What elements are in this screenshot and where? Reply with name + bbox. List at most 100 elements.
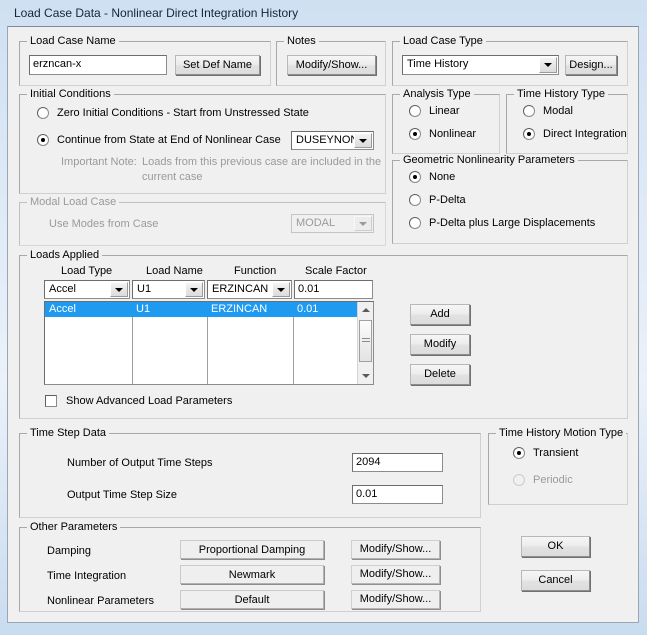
geometric-nonlinearity-pdelta-radio[interactable]: P-Delta [409, 194, 466, 206]
geometric-nonlinearity-none-label: None [429, 171, 456, 183]
output-time-step-size-input[interactable]: 0.01 [352, 485, 443, 504]
chevron-down-icon[interactable] [539, 57, 557, 73]
notes-group: Notes Modify/Show... [276, 35, 386, 86]
radio-dot-icon [409, 194, 421, 206]
initial-conditions-zero-radio[interactable]: Zero Initial Conditions - Start from Uns… [37, 107, 309, 119]
use-modes-from-case-label: Use Modes from Case [49, 218, 159, 230]
delete-load-button[interactable]: Delete [410, 364, 470, 385]
radio-dot-icon [409, 128, 421, 140]
motion-type-transient-radio[interactable]: Transient [513, 447, 578, 459]
column-header-load-type: Load Type [61, 265, 113, 277]
modify-load-button[interactable]: Modify [410, 334, 470, 355]
motion-type-periodic-radio[interactable]: Periodic [513, 474, 573, 486]
load-case-type-group-label: Load Case Type [400, 35, 486, 47]
loads-list-scrollbar[interactable] [357, 302, 373, 384]
add-load-button[interactable]: Add [410, 304, 470, 325]
load-case-type-combo[interactable]: Time History [402, 55, 559, 75]
column-header-scale-factor: Scale Factor [305, 265, 367, 277]
chevron-down-icon[interactable] [272, 282, 290, 297]
time-integration-label: Time Integration [47, 570, 127, 582]
scrollbar-thumb[interactable] [359, 320, 372, 362]
geometric-nonlinearity-none-radio[interactable]: None [409, 171, 455, 183]
modal-load-case-combo[interactable]: MODAL [291, 214, 374, 233]
loads-applied-group-label: Loads Applied [27, 249, 103, 261]
number-of-output-time-steps-input[interactable]: 2094 [352, 453, 443, 472]
chevron-down-icon[interactable] [354, 216, 372, 231]
analysis-type-group-label: Analysis Type [400, 88, 474, 100]
cancel-button[interactable]: Cancel [521, 570, 590, 591]
row-function: ERZINCAN [211, 303, 268, 315]
time-integration-modify-show-button[interactable]: Modify/Show... [351, 565, 440, 584]
radio-dot-icon [523, 128, 535, 140]
motion-type-periodic-label: Periodic [533, 474, 573, 486]
geometric-nonlinearity-group-label: Geometric Nonlinearity Parameters [400, 154, 578, 166]
window-title: Load Case Data - Nonlinear Direct Integr… [14, 6, 299, 20]
table-row[interactable]: Accel U1 ERZINCAN 0.01 [45, 302, 373, 317]
nonlinear-parameters-modify-show-button[interactable]: Modify/Show... [351, 590, 440, 609]
geometric-nonlinearity-pdelta-large-radio[interactable]: P-Delta plus Large Displacements [409, 217, 595, 229]
scroll-down-arrow-icon[interactable] [358, 368, 373, 384]
ok-button[interactable]: OK [521, 536, 590, 557]
load-case-name-input[interactable]: erzncan-x [29, 55, 167, 75]
number-of-output-time-steps-label: Number of Output Time Steps [67, 457, 213, 469]
chevron-down-icon[interactable] [185, 282, 203, 297]
load-name-combo[interactable]: U1 [132, 280, 205, 299]
geometric-nonlinearity-pdelta-large-label: P-Delta plus Large Displacements [429, 217, 596, 229]
analysis-type-linear-radio[interactable]: Linear [409, 105, 460, 117]
initial-conditions-group: Initial Conditions Zero Initial Conditio… [19, 88, 386, 194]
damping-label: Damping [47, 545, 92, 557]
radio-dot-icon [513, 474, 525, 486]
show-advanced-load-parameters-checkbox[interactable]: Show Advanced Load Parameters [45, 395, 232, 407]
column-header-function: Function [234, 265, 277, 277]
dialog-content: Load Case Name erzncan-x Set Def Name No… [8, 27, 638, 622]
analysis-type-nonlinear-label: Nonlinear [429, 128, 477, 140]
radio-dot-icon [409, 217, 421, 229]
function-combo[interactable]: ERZINCAN [207, 280, 292, 299]
row-load-name: U1 [136, 303, 151, 315]
function-combo-value: ERZINCAN [212, 283, 269, 295]
time-integration-value: Newmark [180, 565, 324, 584]
time-history-type-modal-label: Modal [543, 105, 573, 117]
radio-dot-icon [37, 134, 49, 146]
analysis-type-nonlinear-radio[interactable]: Nonlinear [409, 128, 476, 140]
notes-modify-show-button[interactable]: Modify/Show... [287, 55, 376, 75]
scroll-up-arrow-icon[interactable] [358, 302, 373, 318]
load-case-name-group-label: Load Case Name [27, 35, 119, 47]
analysis-type-group: Analysis Type Linear Nonlinear [392, 88, 500, 154]
geometric-nonlinearity-pdelta-label: P-Delta [429, 194, 466, 206]
modal-load-case-group: Modal Load Case Use Modes from Case MODA… [19, 196, 386, 246]
time-history-type-direct-label: Direct Integration [543, 128, 627, 140]
chevron-down-icon[interactable] [354, 133, 372, 148]
analysis-type-linear-label: Linear [429, 105, 460, 117]
time-history-type-group: Time History Type Modal Direct Integrati… [506, 88, 628, 154]
initial-conditions-case-combo[interactable]: DUSEYNON [291, 131, 374, 150]
load-case-type-group: Load Case Type Time History Design... [392, 35, 628, 86]
load-type-combo[interactable]: Accel [44, 280, 130, 299]
design-button[interactable]: Design... [565, 55, 617, 75]
motion-type-group: Time History Motion Type Transient Perio… [488, 427, 628, 505]
initial-conditions-case-value: DUSEYNON [296, 134, 359, 146]
row-load-type: Accel [49, 303, 76, 315]
time-step-data-group-label: Time Step Data [27, 427, 110, 439]
time-history-type-modal-radio[interactable]: Modal [523, 105, 573, 117]
set-def-name-button[interactable]: Set Def Name [175, 55, 260, 75]
load-name-combo-value: U1 [137, 283, 152, 295]
important-note-line2: current case [142, 171, 203, 183]
radio-dot-icon [37, 107, 49, 119]
other-parameters-group-label: Other Parameters [27, 521, 121, 533]
initial-conditions-continue-radio[interactable]: Continue from State at End of Nonlinear … [37, 134, 281, 146]
initial-conditions-continue-label: Continue from State at End of Nonlinear … [57, 134, 281, 146]
loads-applied-list[interactable]: Accel U1 ERZINCAN 0.01 [44, 301, 374, 385]
time-history-type-direct-radio[interactable]: Direct Integration [523, 128, 627, 140]
scale-factor-input[interactable]: 0.01 [294, 280, 373, 299]
initial-conditions-zero-label: Zero Initial Conditions - Start from Uns… [57, 107, 309, 119]
important-note-line1: Loads from this previous case are includ… [142, 156, 382, 168]
nonlinear-parameters-label: Nonlinear Parameters [47, 595, 154, 607]
motion-type-group-label: Time History Motion Type [496, 427, 627, 439]
damping-value: Proportional Damping [180, 540, 324, 559]
geometric-nonlinearity-group: Geometric Nonlinearity Parameters None P… [392, 154, 628, 244]
damping-modify-show-button[interactable]: Modify/Show... [351, 540, 440, 559]
output-time-step-size-label: Output Time Step Size [67, 489, 178, 501]
load-type-combo-value: Accel [49, 283, 76, 295]
chevron-down-icon[interactable] [110, 282, 128, 297]
